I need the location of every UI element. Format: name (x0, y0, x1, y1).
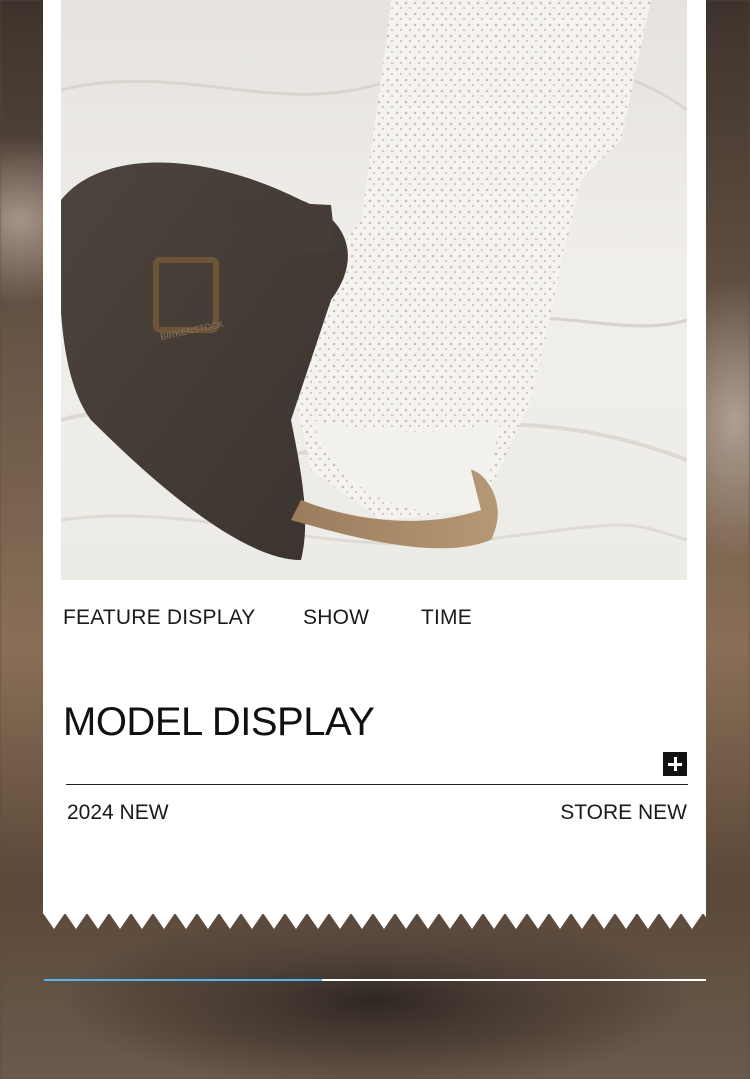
feature-display-label: FEATURE DISPLAY (63, 606, 256, 629)
scroll-progress-bar (44, 979, 706, 981)
store-new-label: STORE NEW (560, 801, 687, 824)
show-label: SHOW (303, 606, 370, 629)
time-label: TIME (421, 606, 472, 629)
model-display-title: MODEL DISPLAY (63, 700, 375, 744)
year-new-label: 2024 NEW (67, 801, 169, 824)
divider-line (66, 784, 688, 785)
product-photo: BIRKENSTOCK (61, 0, 687, 580)
zigzag-edge (43, 913, 706, 929)
plus-icon[interactable] (663, 752, 687, 776)
scroll-progress-fill (44, 979, 323, 981)
